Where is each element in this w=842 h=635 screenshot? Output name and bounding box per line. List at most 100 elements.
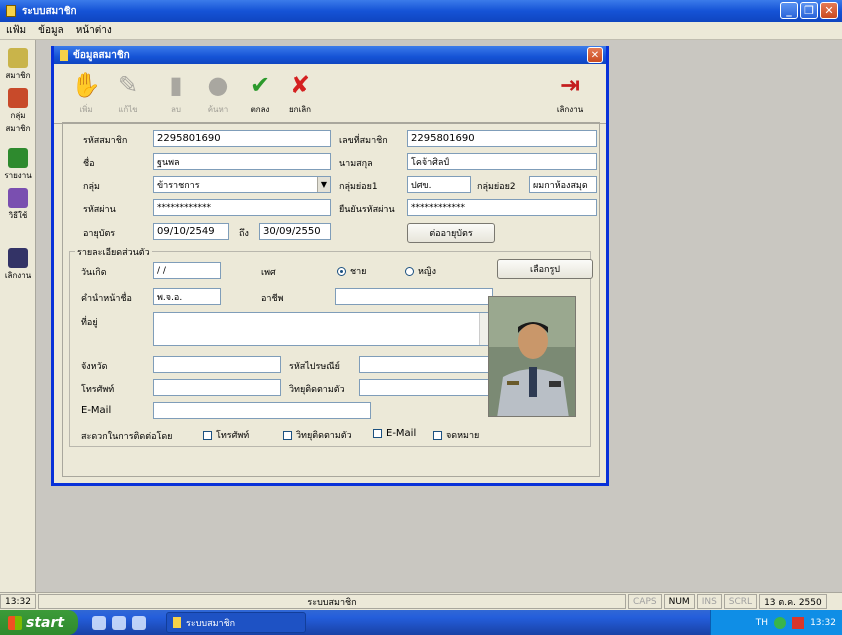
delete-icon: ▮ <box>169 71 183 99</box>
chevron-down-icon[interactable]: ▼ <box>317 177 330 192</box>
phone-input[interactable] <box>153 379 281 396</box>
member-dialog: ข้อมูลสมาชิก ✕ ✋ เพิ่ม ✎ แก้ไข ▮ ลบ ● ค้… <box>51 46 609 486</box>
dialog-toolbar: ✋ เพิ่ม ✎ แก้ไข ▮ ลบ ● ค้นหา ✔ ตกลง ✘ ยก… <box>54 64 606 124</box>
pager-input[interactable] <box>359 379 493 396</box>
password-label: รหัสผ่าน <box>83 205 116 215</box>
valid-to-input[interactable]: 30/09/2550 <box>259 223 331 240</box>
status-num: NUM <box>663 594 695 609</box>
quicklaunch-app-icon[interactable] <box>132 615 146 630</box>
status-date: 13 ต.ค. 2550 <box>759 594 827 609</box>
sidebar-item-label: รายงาน <box>4 171 32 180</box>
last-name-label: นามสกุล <box>339 159 373 169</box>
taskbar: start ระบบสมาชิก TH 13:32 <box>0 610 842 635</box>
postcode-input[interactable] <box>359 356 493 373</box>
app-title: ระบบสมาชิก <box>22 5 77 17</box>
checkbox-icon <box>433 430 442 440</box>
language-indicator[interactable]: TH <box>756 618 768 628</box>
group-icon <box>8 88 28 108</box>
postcode-label: รหัสไปรษณีย์ <box>289 362 340 372</box>
subgroup2-input[interactable]: ผมกาห้องสมุด <box>529 176 597 193</box>
sidebar-item-report[interactable]: รายงาน <box>0 148 36 182</box>
cancel-button[interactable]: ✘ ยกเลิก <box>282 70 318 116</box>
password-input[interactable]: ************ <box>153 199 331 216</box>
subgroup2-label: กลุ่มย่อย2 <box>477 182 516 192</box>
last-name-input[interactable]: โคจ้าศิลป์ <box>407 153 597 170</box>
member-code-label: รหัสสมาชิก <box>83 136 128 146</box>
network-icon[interactable] <box>774 616 787 629</box>
group-label: กลุ่ม <box>83 182 100 192</box>
member-no-input[interactable]: 2295801690 <box>407 130 597 147</box>
occupation-label: อาชีพ <box>261 294 284 304</box>
ok-button[interactable]: ✔ ตกลง <box>242 70 278 116</box>
valid-from-input[interactable]: 09/10/2549 <box>153 223 229 240</box>
sidebar-item-group[interactable]: กลุ่มสมาชิก <box>0 88 36 135</box>
search-icon: ● <box>207 71 229 99</box>
email-input[interactable] <box>153 402 371 419</box>
status-scrl: SCRL <box>723 594 758 609</box>
first-name-input[interactable]: ฐนพล <box>153 153 331 170</box>
member-code-input[interactable]: 2295801690 <box>153 130 331 147</box>
menu-data[interactable]: ข้อมูล <box>36 23 66 38</box>
ok-label: ตกลง <box>250 105 270 114</box>
title-input[interactable]: พ.จ.อ. <box>153 288 221 305</box>
exit-button[interactable]: ⇥ เลิกงาน <box>552 70 588 116</box>
confirm-password-input[interactable]: ************ <box>407 199 597 216</box>
dialog-close-button[interactable]: ✕ <box>587 47 603 63</box>
address-textarea[interactable] <box>153 312 493 346</box>
taskbar-app-button[interactable]: ระบบสมาชิก <box>166 612 306 633</box>
renew-card-button[interactable]: ต่ออายุบัตร <box>407 223 495 243</box>
quicklaunch-app-icon[interactable] <box>112 615 126 630</box>
checkbox-icon <box>283 430 292 440</box>
checkmark-icon: ✔ <box>249 71 271 99</box>
sidebar-item-label: สมาชิก <box>5 71 31 80</box>
gender-male-radio[interactable]: ชาย <box>337 264 366 278</box>
minimize-button[interactable]: _ <box>780 2 798 19</box>
valid-label: อายุบัตร <box>83 229 116 239</box>
add-button[interactable]: ✋ เพิ่ม <box>68 70 104 116</box>
quicklaunch-app-icon[interactable] <box>92 615 106 630</box>
contact-email-label: E-Mail <box>386 428 417 439</box>
search-button[interactable]: ● ค้นหา <box>200 70 236 116</box>
taskbar-app-label: ระบบสมาชิก <box>186 618 236 629</box>
menubar: แฟ้ม ข้อมูล หน้าต่าง <box>0 22 842 40</box>
choose-photo-button[interactable]: เลือกรูป <box>497 259 593 279</box>
birthday-input[interactable]: / / <box>153 262 221 279</box>
statusbar: 13:32 ระบบสมาชิก CAPS NUM INS SCRL 13 ต.… <box>0 592 842 610</box>
sidebar-item-member[interactable]: สมาชิก <box>0 48 36 82</box>
cancel-label: ยกเลิก <box>288 105 311 114</box>
antivirus-icon[interactable] <box>792 616 805 629</box>
checkbox-icon <box>203 430 212 440</box>
side-toolbar: สมาชิก กลุ่มสมาชิก รายงาน วิธีใช้ เลิกงา… <box>0 40 36 592</box>
edit-button[interactable]: ✎ แก้ไข <box>110 70 146 116</box>
sidebar-item-help[interactable]: วิธีใช้ <box>0 188 36 222</box>
sidebar-item-label: วิธีใช้ <box>8 211 28 220</box>
personal-details-legend: รายละเอียดส่วนตัว <box>75 245 152 259</box>
menu-window[interactable]: หน้าต่าง <box>74 23 114 38</box>
contact-pager-checkbox[interactable]: วิทยุติดตามตัว <box>283 428 352 442</box>
contact-email-checkbox[interactable]: E-Mail <box>373 428 416 439</box>
subgroup1-input[interactable]: ปศข. <box>407 176 471 193</box>
sidebar-item-exit[interactable]: เลิกงาน <box>0 248 36 282</box>
close-button[interactable]: ✕ <box>820 2 838 19</box>
help-icon <box>8 188 28 208</box>
menu-file[interactable]: แฟ้ม <box>4 23 28 38</box>
restore-button[interactable]: ❐ <box>800 2 818 19</box>
group-select[interactable]: ข้าราชการ ▼ <box>153 176 331 193</box>
first-name-label: ชื่อ <box>83 159 95 169</box>
radio-selected-icon <box>337 266 346 276</box>
contact-label: สะดวกในการติดต่อโดย <box>81 432 173 442</box>
contact-phone-checkbox[interactable]: โทรศัพท์ <box>203 428 249 442</box>
gender-label: เพศ <box>261 268 276 278</box>
province-input[interactable] <box>153 356 281 373</box>
door-exit-icon: ⇥ <box>559 71 581 99</box>
subgroup1-label: กลุ่มย่อย1 <box>339 182 378 192</box>
start-button[interactable]: start <box>0 610 78 635</box>
add-icon: ✋ <box>71 71 101 99</box>
gender-female-radio[interactable]: หญิง <box>405 264 436 278</box>
sidebar-item-label: เลิกงาน <box>4 271 32 280</box>
clock: 13:32 <box>810 617 836 628</box>
occupation-input[interactable] <box>335 288 493 305</box>
delete-button[interactable]: ▮ ลบ <box>158 70 194 116</box>
contact-mail-checkbox[interactable]: จดหมาย <box>433 428 479 442</box>
add-label: เพิ่ม <box>79 105 93 114</box>
